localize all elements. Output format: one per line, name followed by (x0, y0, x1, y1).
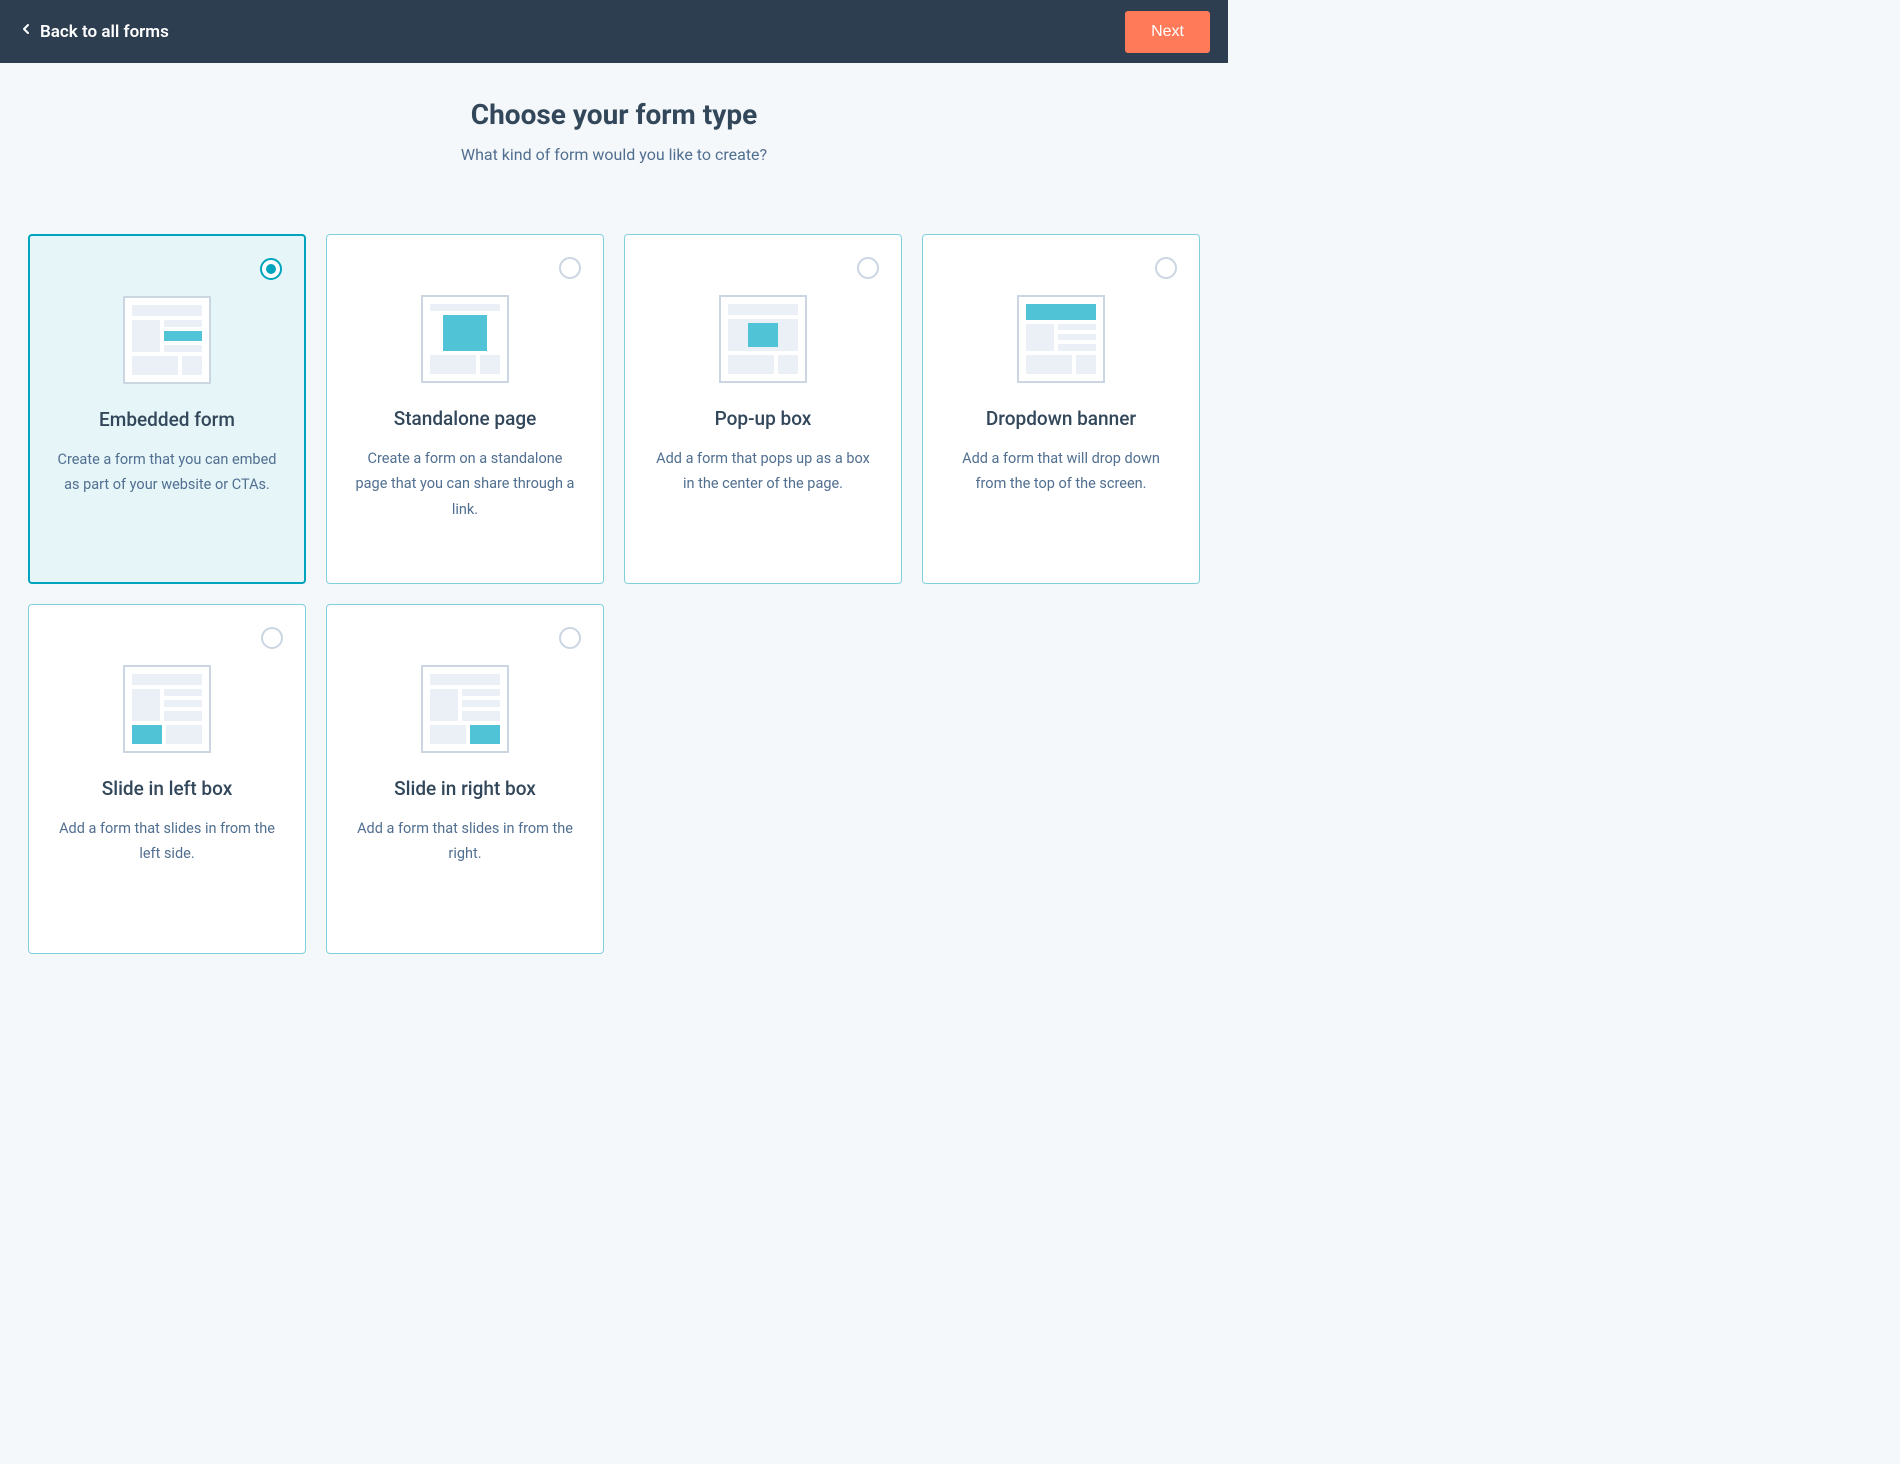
header-bar: Back to all forms Next (0, 0, 1228, 63)
slide-right-icon (421, 665, 509, 753)
card-desc: Add a form that slides in from the left … (51, 816, 283, 867)
card-slide-in-left[interactable]: Slide in left box Add a form that slides… (28, 604, 306, 954)
card-title: Standalone page (394, 407, 537, 430)
card-desc: Add a form that slides in from the right… (349, 816, 581, 867)
card-title: Slide in right box (394, 777, 536, 800)
radio-button[interactable] (260, 258, 282, 280)
radio-button[interactable] (559, 627, 581, 649)
chevron-left-icon (18, 21, 34, 42)
card-desc: Create a form that you can embed as part… (52, 447, 282, 498)
card-desc: Create a form on a standalone page that … (349, 446, 581, 522)
card-standalone-page[interactable]: Standalone page Create a form on a stand… (326, 234, 604, 584)
card-desc: Add a form that will drop down from the … (945, 446, 1177, 497)
card-title: Pop-up box (715, 407, 812, 430)
embedded-form-icon (123, 296, 211, 384)
card-dropdown-banner[interactable]: Dropdown banner Add a form that will dro… (922, 234, 1200, 584)
form-type-grid: Embedded form Create a form that you can… (28, 234, 1200, 954)
radio-button[interactable] (1155, 257, 1177, 279)
radio-button[interactable] (261, 627, 283, 649)
page-content: Choose your form type What kind of form … (0, 63, 1228, 994)
radio-button[interactable] (559, 257, 581, 279)
next-label: Next (1151, 23, 1184, 40)
card-title: Dropdown banner (986, 407, 1136, 430)
standalone-page-icon (421, 295, 509, 383)
card-desc: Add a form that pops up as a box in the … (647, 446, 879, 497)
card-title: Embedded form (99, 408, 235, 431)
slide-left-icon (123, 665, 211, 753)
card-slide-in-right[interactable]: Slide in right box Add a form that slide… (326, 604, 604, 954)
dropdown-banner-icon (1017, 295, 1105, 383)
back-to-forms-link[interactable]: Back to all forms (18, 21, 169, 42)
card-embedded-form[interactable]: Embedded form Create a form that you can… (28, 234, 306, 584)
next-button[interactable]: Next (1125, 11, 1210, 53)
card-popup-box[interactable]: Pop-up box Add a form that pops up as a … (624, 234, 902, 584)
page-subtitle: What kind of form would you like to crea… (28, 145, 1200, 164)
card-title: Slide in left box (102, 777, 233, 800)
page-title: Choose your form type (28, 98, 1200, 131)
popup-box-icon (719, 295, 807, 383)
radio-button[interactable] (857, 257, 879, 279)
back-label: Back to all forms (40, 22, 169, 42)
